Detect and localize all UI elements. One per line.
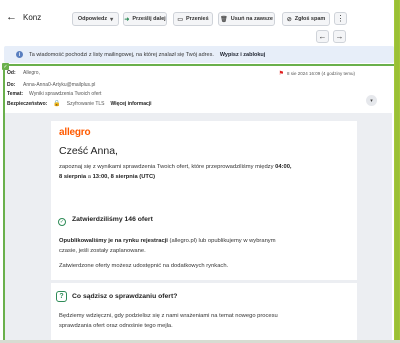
intro-and: a	[87, 174, 91, 180]
next-message-button[interactable]: →	[333, 30, 346, 43]
arrow-left-icon: ←	[318, 32, 327, 41]
unsubscribe-link[interactable]: Wypisz i zablokuj	[220, 52, 265, 58]
move-button[interactable]: ▭ Przenieś	[173, 12, 213, 26]
intro-time-2: 13:00, 8 sierpnia (UTC)	[92, 174, 156, 180]
chevron-down-icon: ▾	[370, 97, 373, 104]
header-to: Do: Anna-Anna0-Artyku@mailplus.pl	[7, 82, 95, 88]
arrow-right-icon: →	[335, 32, 344, 41]
question-icon: ?	[56, 291, 67, 302]
approved-bold: Opublikowaliśmy je na rynku rejestracji	[59, 238, 168, 244]
back-button[interactable]: ← Konz	[6, 11, 41, 23]
security-more-link[interactable]: Więcej informacji	[110, 101, 151, 107]
move-label: Przenieś	[186, 16, 209, 22]
subject-key: Temat:	[7, 91, 24, 97]
expand-header-button[interactable]: ▾	[366, 95, 377, 106]
forward-icon: ➜	[124, 16, 130, 23]
info-icon: i	[16, 51, 23, 58]
subject-value: Wyniki sprawdzenia Twoich ofert	[29, 91, 102, 97]
arrow-left-icon: ←	[6, 11, 17, 23]
header-subject: Temat: Wyniki sprawdzenia Twoich ofert	[7, 91, 101, 97]
more-options-button[interactable]: ⋮	[334, 12, 347, 25]
feedback-line1: Będziemy wdzięczni, gdy podzielisz się z…	[59, 313, 278, 319]
header-security: Bezpieczeństwo: 🔒 Szyfrowanie TLS Więcej…	[7, 100, 152, 108]
trash-icon: 🗑	[220, 16, 228, 23]
to-key: Do:	[7, 82, 16, 88]
back-label: Konz	[23, 12, 42, 22]
message-date: ⚑ 8 sie 2024 16:09 (4 godziny temu)	[279, 70, 355, 77]
intro-date-1: 8 sierpnia	[59, 174, 87, 180]
feedback-title: Co sądzisz o sprawdzaniu ofert?	[72, 293, 178, 300]
feedback-line2: sprawdzania ofert oraz odnośnie tego mej…	[59, 323, 173, 329]
scrollbar-thumb[interactable]	[395, 0, 399, 343]
report-spam-button[interactable]: ⊘ Zgłoś spam	[282, 12, 330, 26]
top-toolbar: ← Konz Odpowiedz ▾ ➜ Prześlij dalej ▭ Pr…	[0, 0, 394, 50]
block-icon: ⊘	[286, 16, 292, 23]
greeting-card	[51, 121, 357, 199]
reply-label: Odpowiedz	[77, 16, 108, 22]
folder-icon: ▭	[177, 16, 184, 23]
allegro-logo[interactable]: allegro	[59, 127, 91, 138]
reply-button[interactable]: Odpowiedz ▾	[72, 12, 119, 26]
delete-forever-button[interactable]: 🗑 Usuń na zawsze	[218, 12, 275, 26]
date-text: 8 sie 2024 16:09 (4 godziny temu)	[286, 71, 355, 76]
previous-message-button[interactable]: ←	[316, 30, 329, 43]
header-from: Od: Allegro,	[7, 70, 40, 76]
more-vert-icon: ⋮	[336, 14, 345, 23]
security-key: Bezpieczeństwo:	[7, 100, 48, 107]
forward-button[interactable]: ➜ Prześlij dalej	[123, 12, 167, 26]
mailing-list-notice: i Ta wiadomość pochodzi z listy mailingo…	[4, 46, 394, 63]
intro-paragraph: zapoznaj się z wynikami sprawdzenia Twoi…	[59, 162, 349, 182]
notice-text: Ta wiadomość pochodzi z listy mailingowe…	[29, 51, 214, 58]
chevron-down-icon: ▾	[110, 16, 114, 23]
to-value[interactable]: Anna-Anna0-Artyku@mailplus.pl	[23, 82, 95, 88]
intro-time-1: 04:00,	[275, 164, 292, 170]
feedback-paragraph: Będziemy wdzięczni, gdy podzielisz się z…	[59, 311, 349, 331]
intro-text: zapoznaj się z wynikami sprawdzenia Twoi…	[59, 164, 274, 170]
approved-line2: czasie, jeśli zostały zaplanowane.	[59, 248, 146, 254]
from-value[interactable]: Allegro,	[23, 70, 40, 76]
security-value: Szyfrowanie TLS	[66, 100, 105, 107]
approved-title: Zatwierdziliśmy 146 ofert	[72, 216, 153, 223]
report-label: Zgłoś spam	[294, 16, 326, 22]
approved-rest: (allegro.pl) lub opublikujemy w wybranym	[169, 238, 276, 244]
approved-paragraph: Opublikowaliśmy je na rynku rejestracji …	[59, 236, 349, 256]
from-key: Od:	[7, 70, 16, 76]
flag-icon[interactable]: ⚑	[279, 70, 284, 77]
lock-icon: 🔒	[53, 101, 61, 107]
message-indicator-icon: ✓	[2, 63, 9, 70]
check-circle-icon: ✓	[58, 218, 66, 226]
greeting: Cześć Anna,	[59, 145, 118, 157]
approved-note: Zatwierdzone oferty możesz udostępnić na…	[59, 263, 229, 269]
forward-label: Prześlij dalej	[132, 16, 166, 22]
delete-label: Usuń na zawsze	[230, 16, 273, 22]
